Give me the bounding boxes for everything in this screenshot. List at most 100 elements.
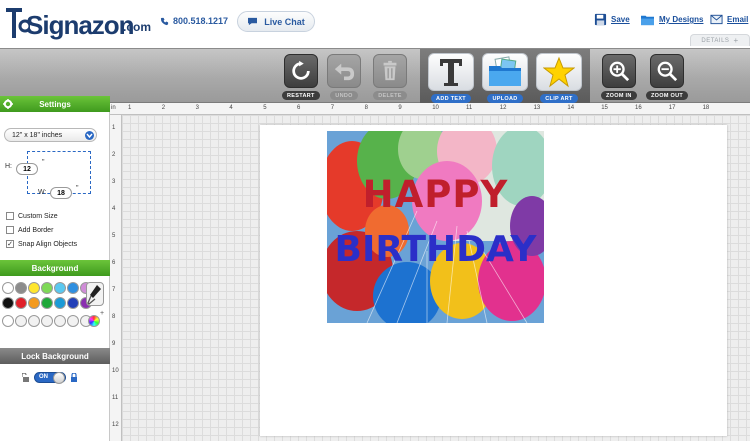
- email-label: Email: [727, 14, 749, 24]
- ruler-tick-label: 1: [112, 125, 116, 131]
- ruler-tick-label: 11: [466, 105, 473, 111]
- color-swatch[interactable]: [15, 315, 27, 327]
- color-swatch[interactable]: [67, 315, 79, 327]
- color-swatch[interactable]: [41, 282, 53, 294]
- toggle-knob: [53, 372, 65, 384]
- add-border-checkbox[interactable]: [6, 226, 14, 234]
- settings-header: Settings: [0, 96, 110, 112]
- height-unit: ": [42, 159, 45, 166]
- width-label: W:: [38, 189, 47, 196]
- add-text-label: ADD TEXT: [431, 94, 471, 103]
- birthday-balloons-image[interactable]: HAPPY BIRTHDAY: [327, 131, 544, 323]
- color-swatch[interactable]: [67, 297, 79, 309]
- clip-art-button[interactable]: CLIP ART: [536, 53, 582, 103]
- email-icon: [710, 14, 723, 25]
- save-disk-icon: [594, 13, 607, 26]
- toolbar: RESTART UNDO DELETE ADD TEXT UPLOAD CLIP…: [0, 48, 750, 104]
- ruler-tick-label: 5: [263, 105, 267, 111]
- color-swatch[interactable]: [15, 282, 27, 294]
- color-wheel-icon[interactable]: [88, 315, 100, 327]
- color-swatch[interactable]: [2, 282, 14, 294]
- custom-size-option[interactable]: Custom Size: [6, 212, 58, 220]
- ruler-tick-label: 17: [668, 105, 676, 111]
- live-chat-button[interactable]: Live Chat: [237, 11, 315, 32]
- add-text-button[interactable]: ADD TEXT: [428, 53, 474, 103]
- details-tab[interactable]: DETAILS +: [690, 34, 750, 46]
- ruler-tick-label: 3: [195, 105, 199, 111]
- height-label: H:: [5, 163, 12, 170]
- delete-label: DELETE: [373, 91, 407, 100]
- color-swatch[interactable]: [28, 315, 40, 327]
- ruler-tick-label: 1: [128, 105, 132, 111]
- background-header: Background: [0, 260, 110, 276]
- height-input[interactable]: 12: [16, 163, 38, 175]
- ruler-tick-label: 9: [112, 341, 116, 347]
- ruler-tick-label: 12: [499, 105, 507, 111]
- color-swatch[interactable]: [54, 315, 66, 327]
- ruler-tick-label: 2: [161, 105, 166, 111]
- unlock-icon: [22, 373, 29, 382]
- color-swatch[interactable]: [67, 282, 79, 294]
- upload-button[interactable]: UPLOAD: [482, 53, 528, 103]
- zoom-out-label: ZOOM OUT: [646, 91, 689, 100]
- delete-button-face: [373, 54, 407, 88]
- ruler-tick-label: 9: [398, 105, 402, 111]
- sign-size-select[interactable]: 12" x 18" inches: [4, 128, 97, 142]
- custom-size-checkbox[interactable]: [6, 212, 14, 220]
- ruler-tick-label: 8: [112, 314, 116, 320]
- ruler-tick-label: 7: [330, 105, 335, 111]
- ruler-tick-label: 14: [567, 105, 575, 111]
- color-swatch[interactable]: [41, 315, 53, 327]
- trash-icon: [383, 60, 397, 81]
- signazon-logo[interactable]: Signazon .com: [4, 4, 151, 42]
- undo-arrow-icon: [334, 63, 355, 81]
- ruler-tick-label: 4: [229, 105, 233, 111]
- color-swatch[interactable]: [2, 297, 14, 309]
- star-icon: [543, 56, 575, 88]
- swatch-row-2: [2, 297, 92, 309]
- width-input[interactable]: 18: [50, 187, 72, 199]
- happy-text-content: HAPPY: [362, 173, 509, 216]
- add-border-option[interactable]: Add Border: [6, 226, 53, 234]
- snap-align-checkbox[interactable]: ✓: [6, 240, 14, 248]
- delete-button[interactable]: DELETE: [373, 54, 407, 100]
- color-swatch[interactable]: [54, 282, 66, 294]
- sign-size-value: 12" x 18" inches: [12, 131, 63, 139]
- snap-align-option[interactable]: ✓ Snap Align Objects: [6, 240, 77, 248]
- undo-button[interactable]: UNDO: [327, 54, 361, 100]
- zoom-in-button[interactable]: ZOOM IN: [601, 54, 637, 100]
- phone-icon: [160, 17, 169, 25]
- live-chat-label: Live Chat: [264, 16, 305, 27]
- ruler-unit: in: [111, 105, 116, 111]
- undo-label: UNDO: [330, 91, 358, 100]
- ruler-tick-label: 6: [112, 260, 116, 266]
- color-swatch[interactable]: [15, 297, 27, 309]
- custom-size-label: Custom Size: [18, 212, 58, 220]
- restart-button[interactable]: RESTART: [282, 54, 320, 100]
- lock-background-toggle[interactable]: ON: [34, 372, 66, 384]
- color-swatch[interactable]: [28, 282, 40, 294]
- birthday-text-content: BIRTHDAY: [334, 229, 537, 270]
- email-link[interactable]: Email: [710, 13, 748, 25]
- color-swatch[interactable]: [2, 315, 14, 327]
- ruler-vertical: 1 2 3 4 5 6 7 8 9 10 11 12: [110, 115, 122, 441]
- color-swatch[interactable]: [54, 297, 66, 309]
- swatch-row-3: [2, 315, 92, 327]
- zoom-out-icon: [657, 61, 678, 82]
- restart-icon: [292, 60, 310, 80]
- ruler-tick-label: 10: [432, 105, 439, 111]
- lock-background-header: Lock Background: [0, 348, 110, 364]
- chat-bubble-icon: [248, 17, 258, 26]
- color-swatch[interactable]: [41, 297, 53, 309]
- zoom-out-button[interactable]: ZOOM OUT: [646, 54, 689, 100]
- chevron-down-icon: [85, 131, 94, 140]
- balloons-photo: [327, 131, 544, 323]
- ruler-tick-label: 13: [533, 105, 541, 111]
- color-swatch[interactable]: [28, 297, 40, 309]
- eyedropper-tool[interactable]: [86, 282, 104, 306]
- add-text-button-face: [428, 53, 474, 91]
- more-colors-plus-icon[interactable]: +: [100, 310, 104, 317]
- ruler-tick-label: 16: [635, 105, 642, 111]
- save-link[interactable]: Save: [594, 13, 630, 26]
- my-designs-link[interactable]: My Designs: [640, 13, 703, 26]
